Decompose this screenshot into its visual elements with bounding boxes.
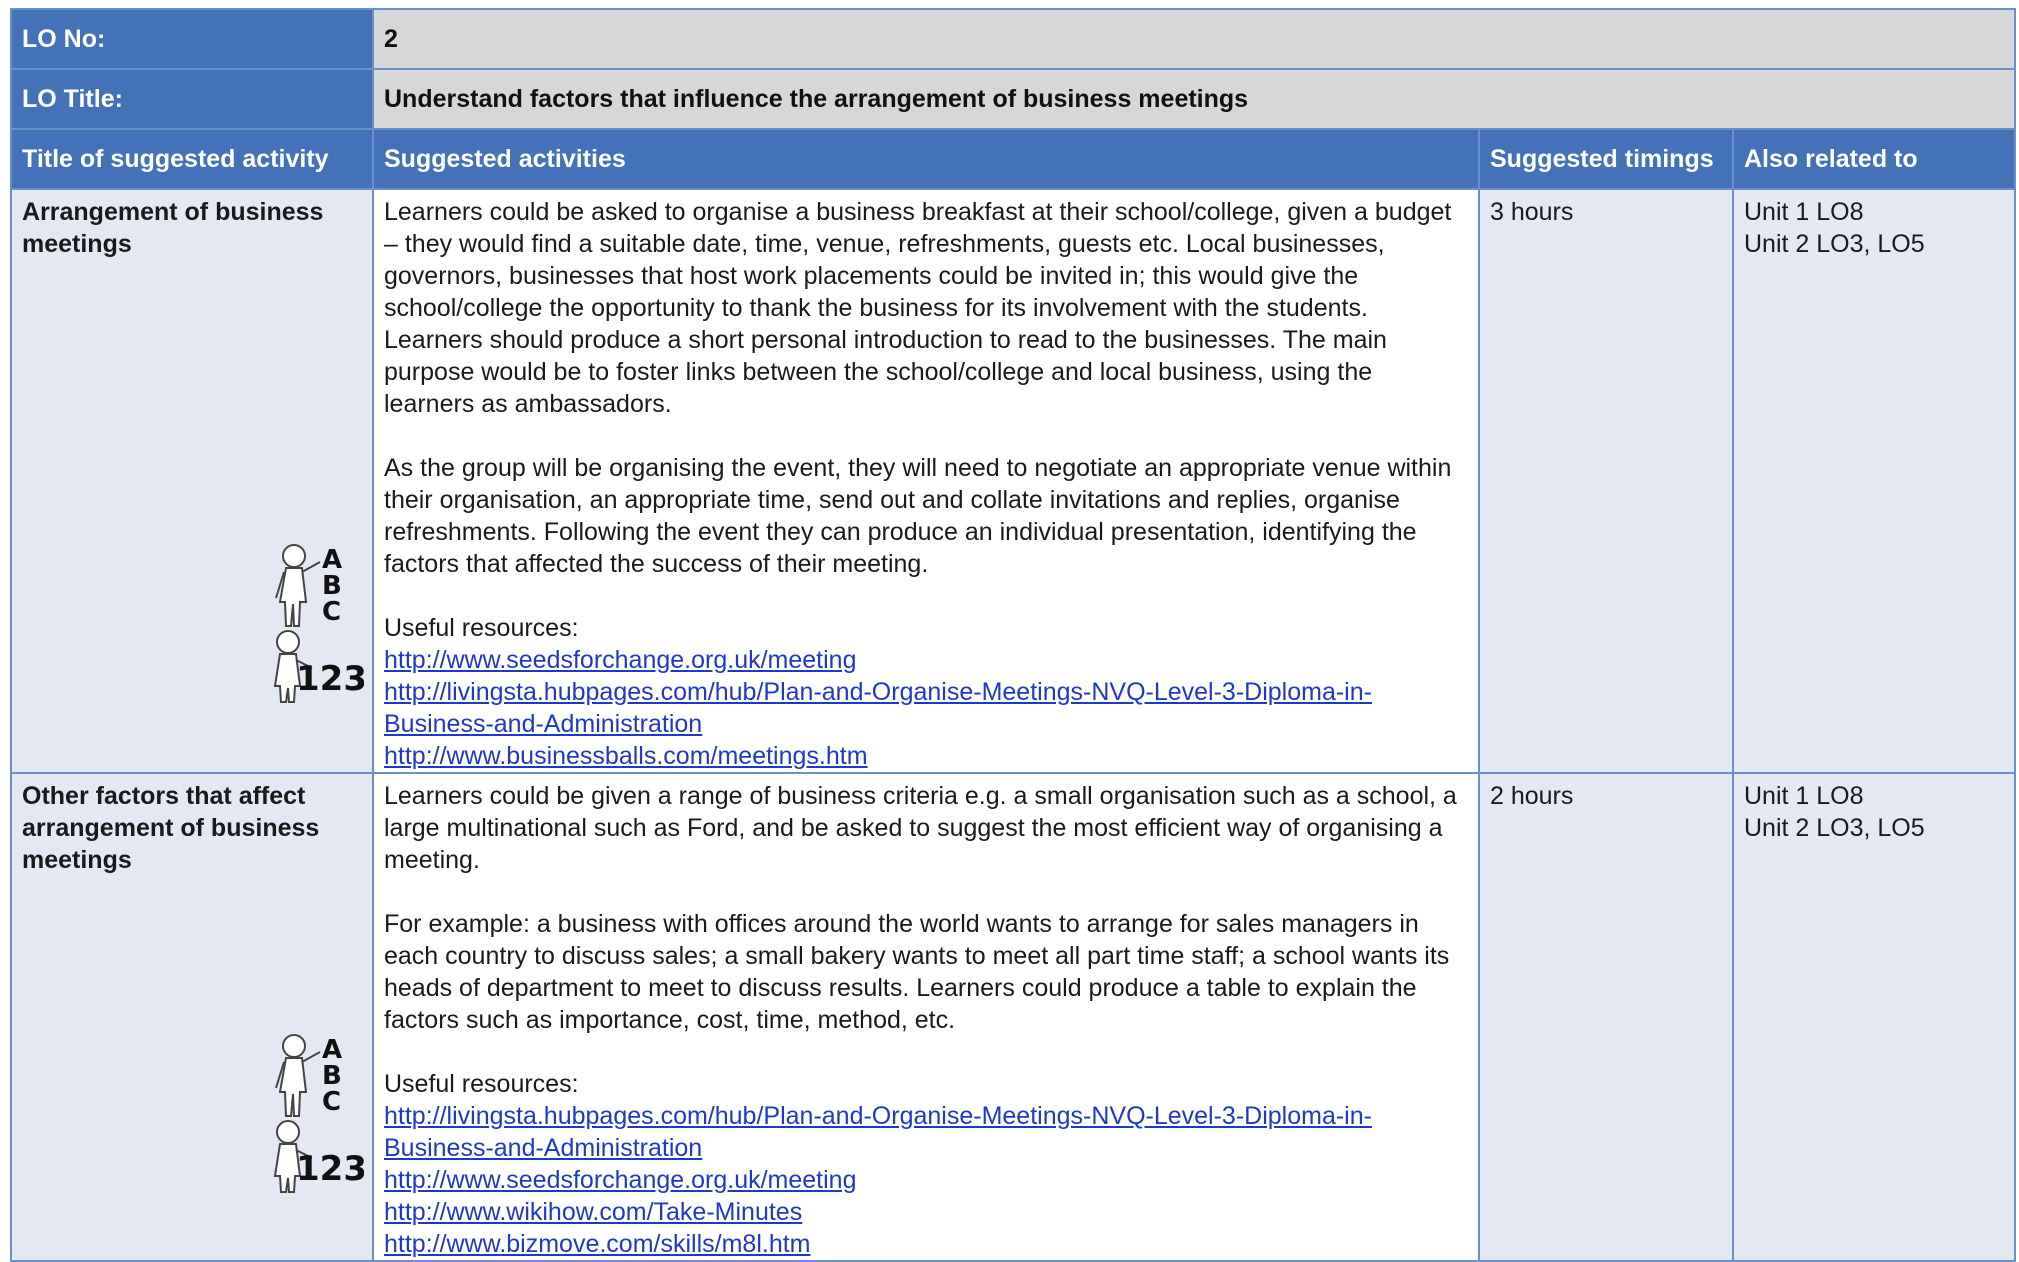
- table-row: Other factors that affect arrangement of…: [10, 772, 2016, 1262]
- table-row: Arrangement of business meetings A B C 1…: [10, 188, 2016, 774]
- lo-number-row: LO No: 2: [10, 8, 2016, 70]
- svg-text:123: 123: [296, 1149, 364, 1189]
- useful-resources-label: Useful resources:: [384, 614, 579, 642]
- resource-link[interactable]: http://www.seedsforchange.org.uk/meeting: [384, 1164, 1468, 1196]
- resource-link[interactable]: http://www.businessballs.com/meetings.ht…: [384, 740, 1468, 772]
- column-header-activities: Suggested activities: [372, 128, 1480, 190]
- timing-cell: 2 hours: [1478, 772, 1734, 1262]
- resource-link[interactable]: http://www.seedsforchange.org.uk/meeting: [384, 644, 1468, 676]
- related-unit: Unit 1 LO8: [1744, 782, 1864, 810]
- activity-title: Other factors that affect arrangement of…: [22, 782, 320, 874]
- timing-cell: 3 hours: [1478, 188, 1734, 774]
- lo-title-row: LO Title: Understand factors that influe…: [10, 68, 2016, 130]
- related-cell: Unit 1 LO8 Unit 2 LO3, LO5: [1732, 188, 2016, 774]
- related-unit: Unit 1 LO8: [1744, 198, 1864, 226]
- activity-paragraph: As the group will be organising the even…: [384, 454, 1452, 578]
- activities-cell: Learners could be given a range of busin…: [372, 772, 1480, 1262]
- activities-cell: Learners could be asked to organise a bu…: [372, 188, 1480, 774]
- activity-paragraph: Learners could be asked to organise a bu…: [384, 198, 1452, 418]
- resource-link[interactable]: http://livingsta.hubpages.com/hub/Plan-a…: [384, 676, 1468, 740]
- skills-icons: A B C 123: [268, 1032, 364, 1194]
- literacy-abc-icon: A B C 123: [273, 544, 364, 703]
- column-header-title: Title of suggested activity: [10, 128, 374, 190]
- lo-number-label: LO No:: [10, 8, 374, 70]
- column-header-row: Title of suggested activity Suggested ac…: [10, 128, 2016, 190]
- related-cell: Unit 1 LO8 Unit 2 LO3, LO5: [1732, 772, 2016, 1262]
- resource-link[interactable]: http://livingsta.hubpages.com/hub/Plan-a…: [384, 1100, 1468, 1164]
- related-unit: Unit 2 LO3, LO5: [1744, 814, 1925, 842]
- column-header-timings: Suggested timings: [1478, 128, 1734, 190]
- resource-link[interactable]: http://www.bizmove.com/skills/m8l.htm: [384, 1228, 1468, 1260]
- resource-link[interactable]: http://www.wikihow.com/Take-Minutes: [384, 1196, 1468, 1228]
- activity-title-cell: Other factors that affect arrangement of…: [10, 772, 374, 1262]
- svg-text:C: C: [322, 1087, 341, 1117]
- svg-text:123: 123: [296, 659, 364, 699]
- activity-title-cell: Arrangement of business meetings A B C 1…: [10, 188, 374, 774]
- lo-title-label: LO Title:: [10, 68, 374, 130]
- svg-text:C: C: [322, 597, 341, 627]
- skills-icons: A B C 123: [268, 542, 364, 704]
- lo-number-value: 2: [372, 8, 2016, 70]
- column-header-related: Also related to: [1732, 128, 2016, 190]
- activity-title: Arrangement of business meetings: [22, 198, 324, 258]
- lesson-table: LO No: 2 LO Title: Understand factors th…: [10, 8, 2016, 1262]
- literacy-abc-icon: A B C 123: [273, 1034, 364, 1193]
- activity-paragraph: Learners could be given a range of busin…: [384, 782, 1457, 874]
- activity-paragraph: For example: a business with offices aro…: [384, 910, 1450, 1034]
- related-unit: Unit 2 LO3, LO5: [1744, 230, 1925, 258]
- lesson-plan-document: LO No: 2 LO Title: Understand factors th…: [10, 8, 2016, 1262]
- lo-title-value: Understand factors that influence the ar…: [372, 68, 2016, 130]
- useful-resources-label: Useful resources:: [384, 1070, 579, 1098]
